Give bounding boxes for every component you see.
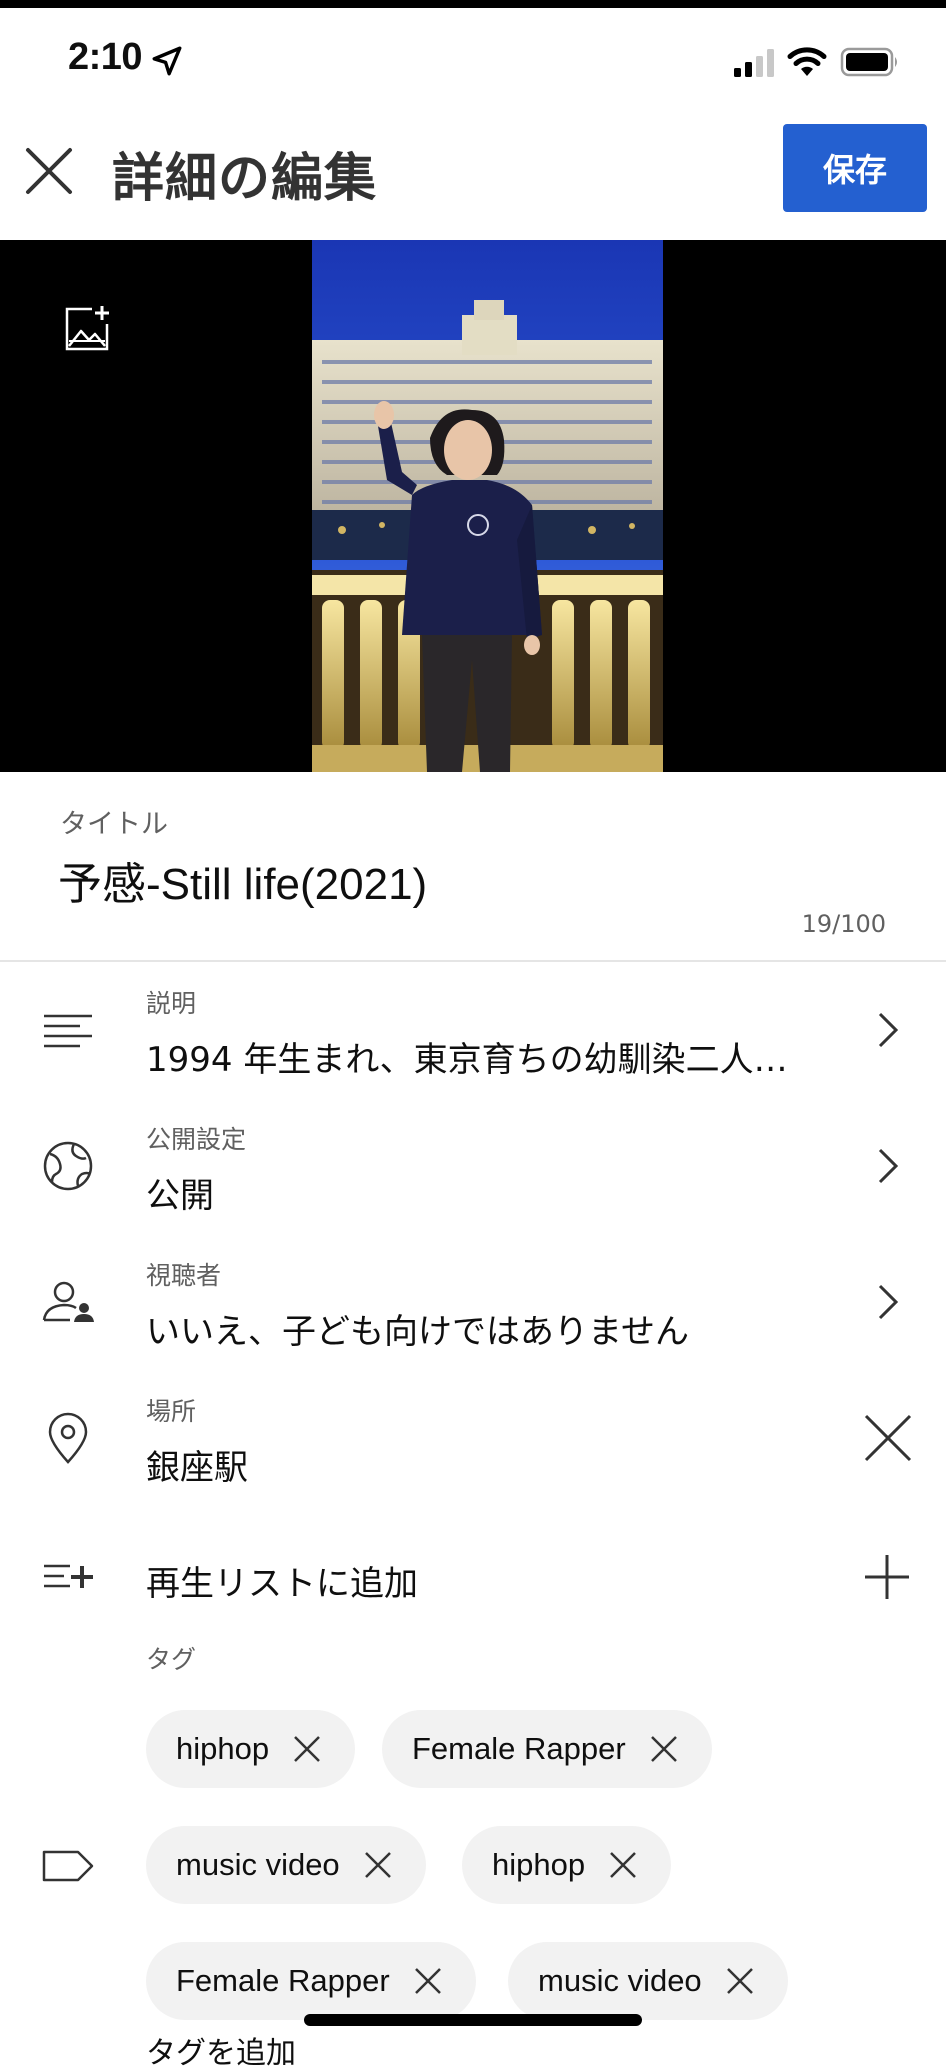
title-character-counter: 19/100 (801, 910, 886, 938)
visibility-row[interactable]: 公開設定 公開 (0, 1102, 946, 1238)
tag-chip: Female Rapper (382, 1710, 712, 1788)
chevron-right-icon (878, 1012, 899, 1048)
tag-chip: music video (146, 1826, 426, 1904)
clear-location-icon[interactable] (862, 1412, 914, 1464)
video-thumbnail[interactable] (312, 240, 663, 772)
title-field[interactable]: タイトル 予感-Still life(2021) 19/100 (0, 772, 946, 962)
tags-label: タグ (146, 1645, 197, 1674)
title-label: タイトル (60, 809, 168, 840)
location-arrow-icon (152, 46, 182, 76)
wifi-icon (787, 47, 827, 76)
status-time: 2:10 (68, 36, 143, 78)
add-image-icon[interactable] (62, 304, 112, 354)
lines-icon (44, 1014, 92, 1048)
visibility-value: 公開 (146, 1176, 214, 1216)
remove-tag-icon[interactable] (362, 1849, 394, 1881)
save-button[interactable]: 保存 (783, 124, 927, 212)
location-label: 場所 (146, 1397, 197, 1426)
playlist-row[interactable]: 再生リストに追加 (0, 1510, 946, 1646)
battery-icon (840, 47, 897, 77)
audience-label: 視聴者 (146, 1261, 222, 1290)
title-input[interactable]: 予感-Still life(2021) (58, 848, 427, 912)
audience-value: いいえ、子ども向けではありません (146, 1312, 689, 1352)
map-pin-icon (48, 1412, 88, 1464)
remove-tag-icon[interactable] (607, 1849, 639, 1881)
visibility-label: 公開設定 (146, 1125, 247, 1154)
audience-row[interactable]: 視聴者 いいえ、子ども向けではありません (0, 1238, 946, 1374)
tag-icon (42, 1850, 94, 1882)
person-icon (42, 1281, 94, 1322)
chevron-right-icon (878, 1148, 899, 1184)
tag-chip: hiphop (462, 1826, 672, 1904)
status-bar: 2:10 (0, 8, 946, 116)
playlist-add-icon (44, 1564, 93, 1588)
top-edge (0, 0, 946, 8)
tag-chip: hiphop (146, 1710, 356, 1788)
remove-tag-icon[interactable] (724, 1965, 756, 1997)
plus-icon[interactable] (862, 1552, 912, 1602)
add-tag-input[interactable]: タグを追加 (146, 2028, 296, 2072)
location-value: 銀座駅 (146, 1448, 248, 1488)
tag-chip-label: Female Rapper (176, 1963, 390, 1998)
globe-icon (43, 1141, 93, 1191)
remove-tag-icon[interactable] (291, 1733, 323, 1765)
close-icon[interactable] (22, 144, 76, 198)
tag-chip: music video (508, 1942, 788, 2020)
location-row[interactable]: 場所 銀座駅 (0, 1374, 946, 1510)
description-value: 1994 年生まれ、東京育ちの幼馴染二人… (146, 1040, 788, 1080)
playlist-label: 再生リストに追加 (146, 1564, 418, 1604)
tag-chip-label: Female Rapper (412, 1731, 626, 1766)
chevron-right-icon (878, 1284, 899, 1320)
tag-chip: Female Rapper (146, 1942, 476, 2020)
tag-chip-label: music video (538, 1963, 702, 1998)
tag-chip-label: music video (176, 1847, 340, 1882)
header: 詳細の編集 保存 (0, 116, 946, 240)
cellular-signal-icon (734, 49, 774, 77)
page-title: 詳細の編集 (112, 149, 378, 209)
description-label: 説明 (146, 989, 197, 1018)
video-preview (0, 240, 946, 772)
remove-tag-icon[interactable] (648, 1733, 680, 1765)
tag-chip-label: hiphop (492, 1847, 586, 1882)
remove-tag-icon[interactable] (412, 1965, 444, 1997)
home-indicator[interactable] (304, 2014, 642, 2026)
description-row[interactable]: 説明 1994 年生まれ、東京育ちの幼馴染二人… (0, 966, 946, 1102)
tag-chip-label: hiphop (176, 1731, 270, 1766)
